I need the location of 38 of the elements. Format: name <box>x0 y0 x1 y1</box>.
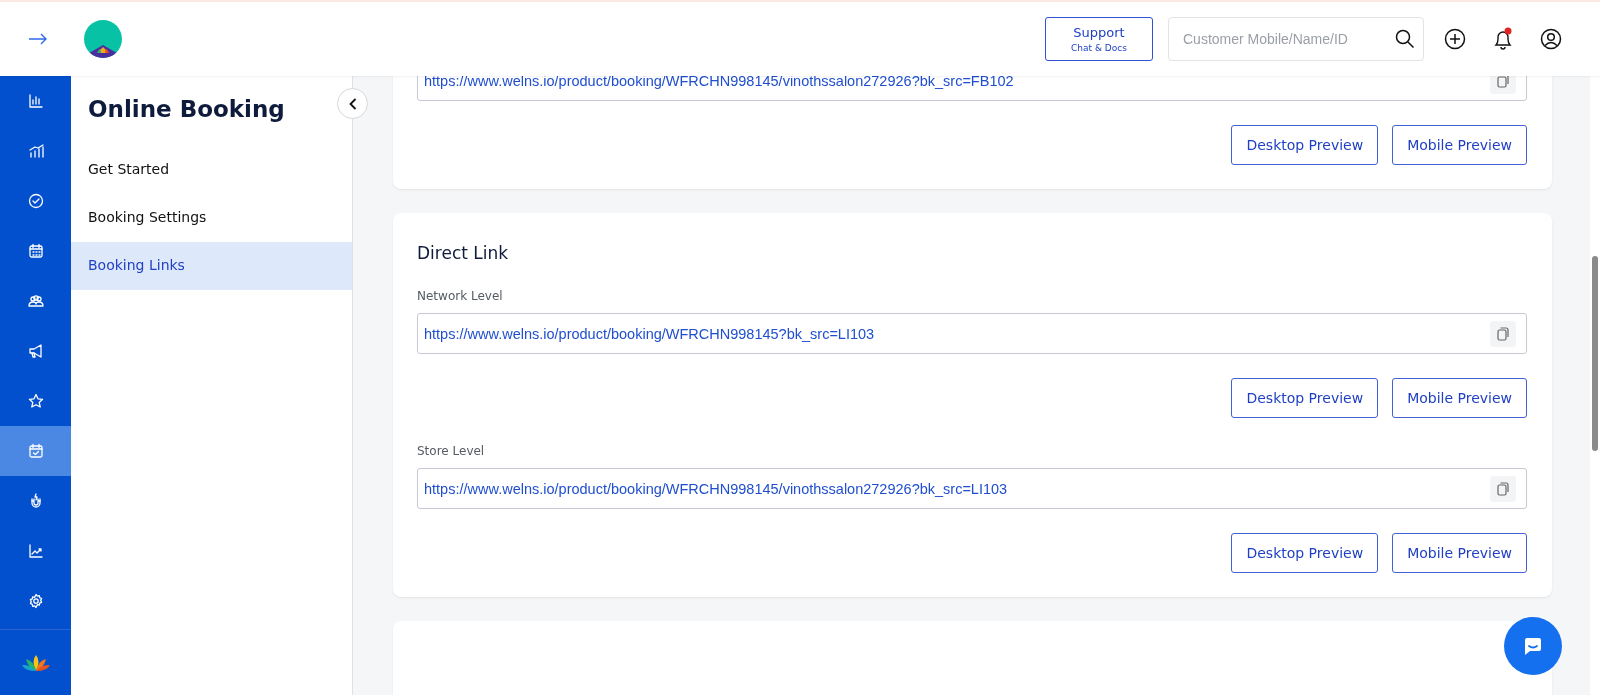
copy-icon[interactable] <box>1490 320 1516 347</box>
megaphone-icon <box>27 343 44 359</box>
calendar-check-icon <box>27 443 44 459</box>
logo-icon[interactable] <box>84 20 122 58</box>
sidebar-item[interactable]: Get Started <box>71 146 352 194</box>
field-label: Store Level <box>417 444 486 458</box>
growth-chart-icon <box>27 143 44 159</box>
chevron-left-icon <box>348 97 357 110</box>
search-icon[interactable] <box>1395 29 1415 49</box>
link-field[interactable]: https://www.welns.io/product/booking/WFRCHN998145/vinothssalon272926?bk_src=LI103 <box>417 468 1527 509</box>
sidebar-item[interactable]: Booking Links <box>71 242 352 290</box>
copy-icon[interactable] <box>1490 475 1516 502</box>
bar-chart-icon <box>27 93 44 109</box>
preview-button[interactable]: Mobile Preview <box>1392 378 1527 418</box>
rail-item[interactable] <box>0 426 71 476</box>
user-icon[interactable] <box>1540 28 1562 50</box>
bell-icon[interactable] <box>1492 27 1514 51</box>
trend-icon <box>27 543 44 559</box>
add-icon[interactable] <box>1444 28 1466 50</box>
sidebar-item[interactable]: Booking Settings <box>71 194 352 242</box>
star-icon <box>27 393 44 409</box>
calendar-icon <box>27 243 44 259</box>
preview-button[interactable]: Desktop Preview <box>1231 125 1379 165</box>
preview-button[interactable]: Desktop Preview <box>1231 533 1379 573</box>
preview-button[interactable]: Mobile Preview <box>1392 533 1527 573</box>
link-field[interactable]: https://www.welns.io/product/booking/WFRCHN998145?bk_src=LI103 <box>417 313 1527 354</box>
support-button[interactable]: Support Chat & Docs <box>1045 17 1153 61</box>
gear-icon <box>27 593 44 609</box>
panel-title: Online Booking <box>87 96 286 124</box>
preview-button[interactable]: Mobile Preview <box>1392 125 1527 165</box>
lotus-logo-icon <box>21 653 50 672</box>
preview-button[interactable]: Desktop Preview <box>1231 378 1379 418</box>
field-label: Network Level <box>417 289 504 303</box>
search-field[interactable]: Customer Mobile/Name/ID <box>1168 17 1424 61</box>
expand-arrow-icon[interactable] <box>28 33 48 45</box>
group-icon <box>27 293 44 309</box>
section-title: Direct Link <box>417 243 510 263</box>
check-circle-icon <box>27 193 44 209</box>
